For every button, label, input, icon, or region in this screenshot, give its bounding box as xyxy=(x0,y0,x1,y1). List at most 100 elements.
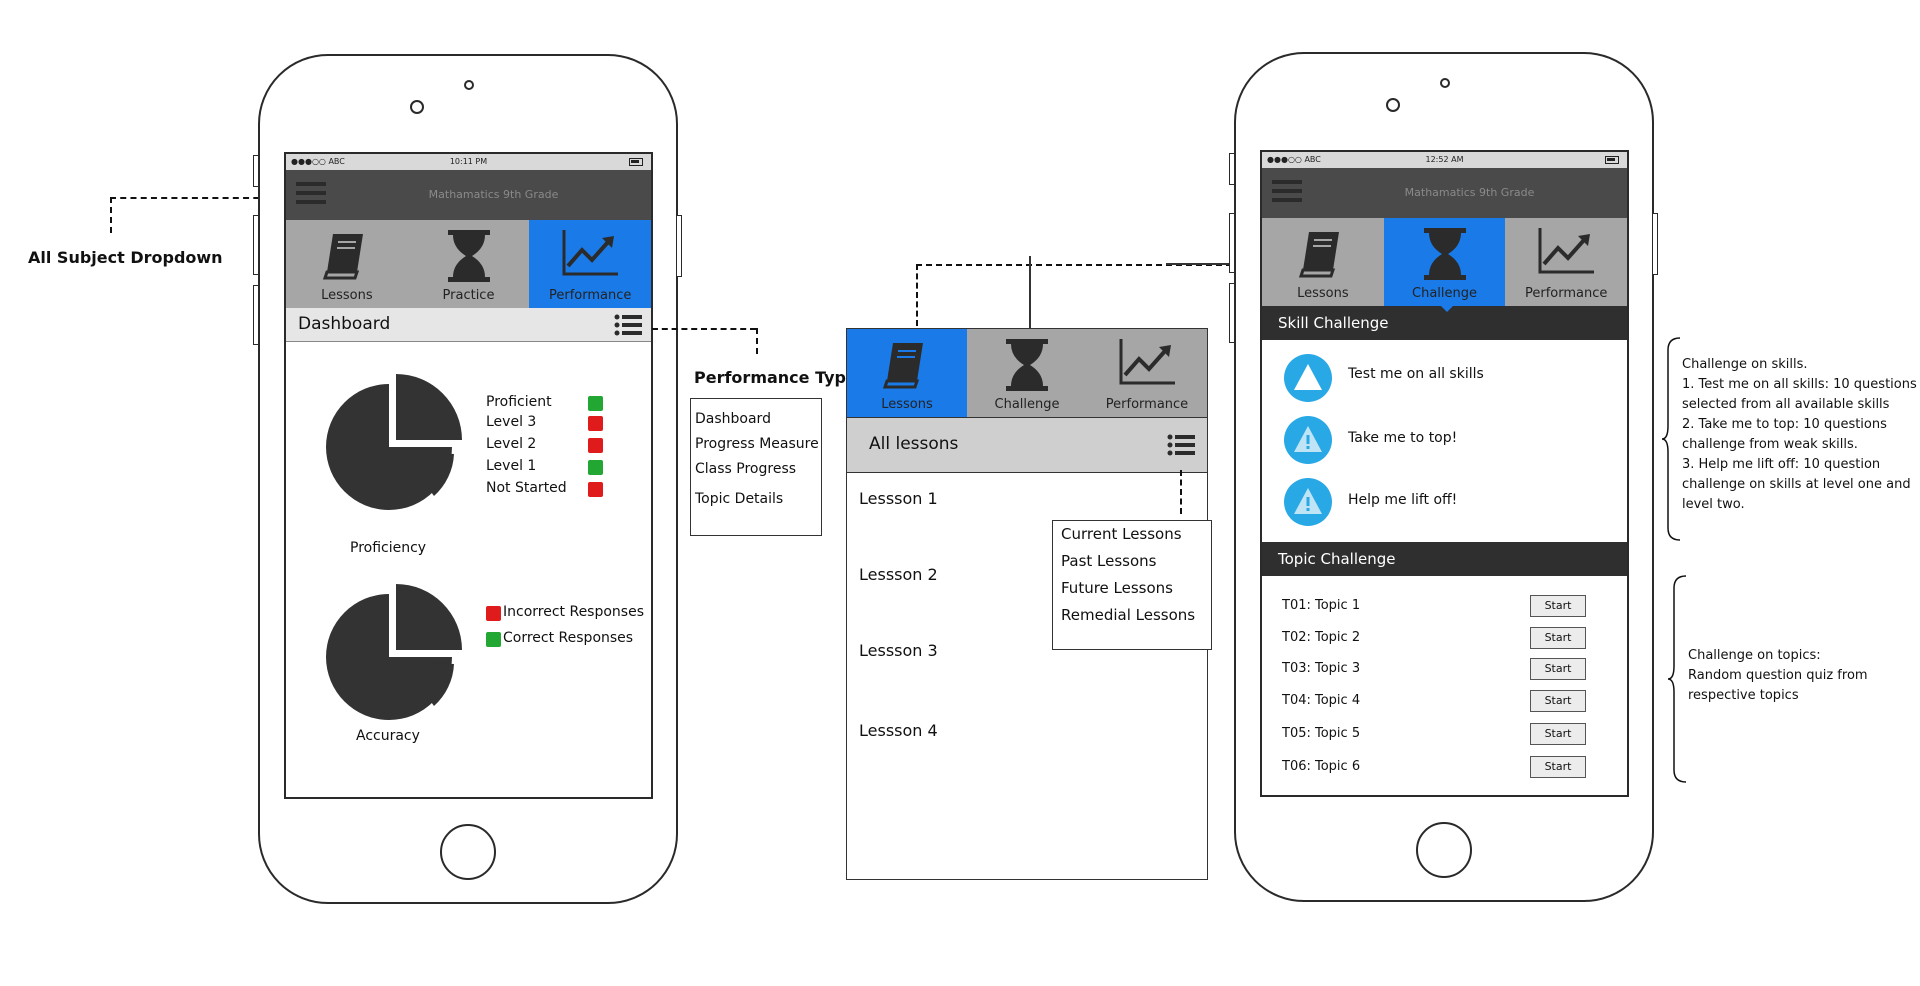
tab-performance[interactable]: Performance xyxy=(529,220,651,308)
screen-challenge: ●●●○○ ABC 12:52 AM Mathamatics 9th Grade… xyxy=(1260,150,1629,797)
legend-incorrect: Incorrect Responses xyxy=(503,604,645,620)
hourglass-icon xyxy=(447,230,490,282)
legend-not-started: Not Started xyxy=(486,480,567,496)
lesson-item-4[interactable]: Lessson 4 xyxy=(859,721,938,740)
status-bar: ●●●○○ ABC 12:52 AM xyxy=(1262,152,1627,168)
tab-challenge[interactable]: Challenge xyxy=(967,329,1087,417)
battery-icon xyxy=(629,158,643,166)
skills-note: Challenge on skills. 1. Test me on all s… xyxy=(1682,357,1917,512)
skill-option-lift-off[interactable]: Help me lift off! xyxy=(1348,492,1457,508)
tab-performance[interactable]: Performance xyxy=(1087,329,1207,417)
start-button[interactable]: Start xyxy=(1530,595,1586,617)
topic-row-5: T05: Topic 5 xyxy=(1282,726,1361,741)
start-button[interactable]: Start xyxy=(1530,627,1586,649)
start-button[interactable]: Start xyxy=(1530,756,1586,778)
menu-item-class-progress[interactable]: Class Progress xyxy=(695,461,796,477)
proficiency-pie-chart xyxy=(326,374,462,510)
lesson-item-1[interactable]: Lessson 1 xyxy=(859,489,938,508)
connector-subject-v xyxy=(110,197,112,233)
legend-swatch-proficient xyxy=(588,396,603,411)
legend-proficient: Proficient xyxy=(486,394,552,410)
tab-lessons-label: Lessons xyxy=(321,288,373,303)
status-time: 10:11 PM xyxy=(449,157,488,166)
topic-challenge-bar: Topic Challenge xyxy=(1262,542,1627,576)
legend-swatch-not-started xyxy=(588,482,603,497)
tab-lessons-label: Lessons xyxy=(1297,286,1349,301)
tab-performance-label: Performance xyxy=(548,288,632,303)
dashboard-title: Dashboard xyxy=(298,314,391,334)
accuracy-pie-chart xyxy=(326,584,462,720)
tab-lessons[interactable]: Lessons xyxy=(1262,218,1384,306)
caret-down-icon xyxy=(1439,304,1455,312)
lesson-item-2[interactable]: Lessson 2 xyxy=(859,565,938,584)
menu-item-future-lessons[interactable]: Future Lessons xyxy=(1061,579,1173,597)
legend-swatch-correct xyxy=(486,632,501,647)
tab-performance-label: Performance xyxy=(1524,286,1608,301)
dashboard-bar: Dashboard xyxy=(286,308,651,342)
hamburger-icon[interactable] xyxy=(1272,180,1302,206)
connector-performance-h xyxy=(652,328,756,330)
topic-challenge-title: Topic Challenge xyxy=(1278,550,1396,568)
book-icon xyxy=(1298,232,1339,278)
lessons-tab-bar: Lessons Challenge Performance xyxy=(847,329,1207,417)
tab-performance-label: Performance xyxy=(1105,397,1189,412)
legend-swatch-level-1 xyxy=(588,460,603,475)
app-header: Mathamatics 9th Grade xyxy=(286,170,651,220)
list-icon[interactable] xyxy=(614,314,644,336)
tab-challenge[interactable]: Challenge xyxy=(1383,218,1506,306)
legend-swatch-incorrect xyxy=(486,606,501,621)
all-lessons-title: All lessons xyxy=(869,434,959,454)
performance-type-label: Performance Type xyxy=(694,368,857,387)
legend-swatch-level-3 xyxy=(588,416,603,431)
connector-challenge-v xyxy=(1029,256,1031,330)
tab-practice-label: Practice xyxy=(442,288,495,303)
menu-item-progress-measure[interactable]: Progress Measure xyxy=(695,436,819,452)
legend-level-1: Level 1 xyxy=(486,458,537,474)
menu-item-topic-details[interactable]: Topic Details xyxy=(695,491,783,507)
home-button[interactable] xyxy=(440,824,496,880)
home-button[interactable] xyxy=(1416,822,1472,878)
skill-option-top[interactable]: Take me to top! xyxy=(1348,430,1457,446)
battery-icon xyxy=(1605,156,1619,164)
performance-type-menu: Dashboard Progress Measure Class Progres… xyxy=(690,398,822,536)
tab-challenge-label: Challenge xyxy=(994,397,1060,412)
legend-level-3: Level 3 xyxy=(486,414,537,430)
accuracy-caption: Accuracy xyxy=(356,728,420,744)
connector-performance-v xyxy=(756,328,758,354)
topics-note: Challenge on topics: Random question qui… xyxy=(1688,648,1868,703)
tab-bar: Lessons Challenge Performance xyxy=(1262,218,1627,306)
lesson-filter-menu: Current Lessons Past Lessons Future Less… xyxy=(1052,520,1212,650)
tab-practice[interactable]: Practice xyxy=(408,220,530,308)
trend-chart-icon xyxy=(1538,228,1595,274)
start-button[interactable]: Start xyxy=(1530,690,1586,712)
menu-item-remedial-lessons[interactable]: Remedial Lessons xyxy=(1061,606,1195,624)
menu-item-current-lessons[interactable]: Current Lessons xyxy=(1061,525,1182,543)
lesson-item-3[interactable]: Lessson 3 xyxy=(859,641,938,660)
hourglass-icon xyxy=(1423,228,1466,280)
trend-chart-icon xyxy=(1119,339,1175,385)
tab-bar: Lessons Practice Performance xyxy=(286,220,651,308)
book-icon xyxy=(882,343,923,389)
menu-item-past-lessons[interactable]: Past Lessons xyxy=(1061,552,1156,570)
topic-row-3: T03: Topic 3 xyxy=(1282,661,1361,676)
app-header: Mathamatics 9th Grade xyxy=(1262,168,1627,218)
legend-level-2: Level 2 xyxy=(486,436,537,452)
tab-lessons[interactable]: Lessons xyxy=(847,329,967,417)
start-button[interactable]: Start xyxy=(1530,658,1586,680)
legend-correct: Correct Responses xyxy=(503,630,634,646)
start-button[interactable]: Start xyxy=(1530,723,1586,745)
tab-lessons-label: Lessons xyxy=(881,397,933,412)
topic-row-4: T04: Topic 4 xyxy=(1282,693,1361,708)
list-icon[interactable] xyxy=(1167,434,1197,456)
pie-slice-top xyxy=(396,374,462,440)
warning-icon[interactable] xyxy=(1284,478,1332,526)
skill-option-all[interactable]: Test me on all skills xyxy=(1348,366,1484,382)
status-bar: ●●●○○ ABC 10:11 PM xyxy=(286,154,651,170)
screen-performance: ●●●○○ ABC 10:11 PM Mathamatics 9th Grade… xyxy=(284,152,653,799)
tab-performance[interactable]: Performance xyxy=(1505,218,1627,306)
menu-item-dashboard[interactable]: Dashboard xyxy=(695,411,771,427)
hamburger-icon[interactable] xyxy=(296,182,326,208)
warning-icon[interactable] xyxy=(1284,416,1332,464)
triangle-icon[interactable] xyxy=(1284,354,1332,402)
tab-lessons[interactable]: Lessons xyxy=(286,220,408,308)
